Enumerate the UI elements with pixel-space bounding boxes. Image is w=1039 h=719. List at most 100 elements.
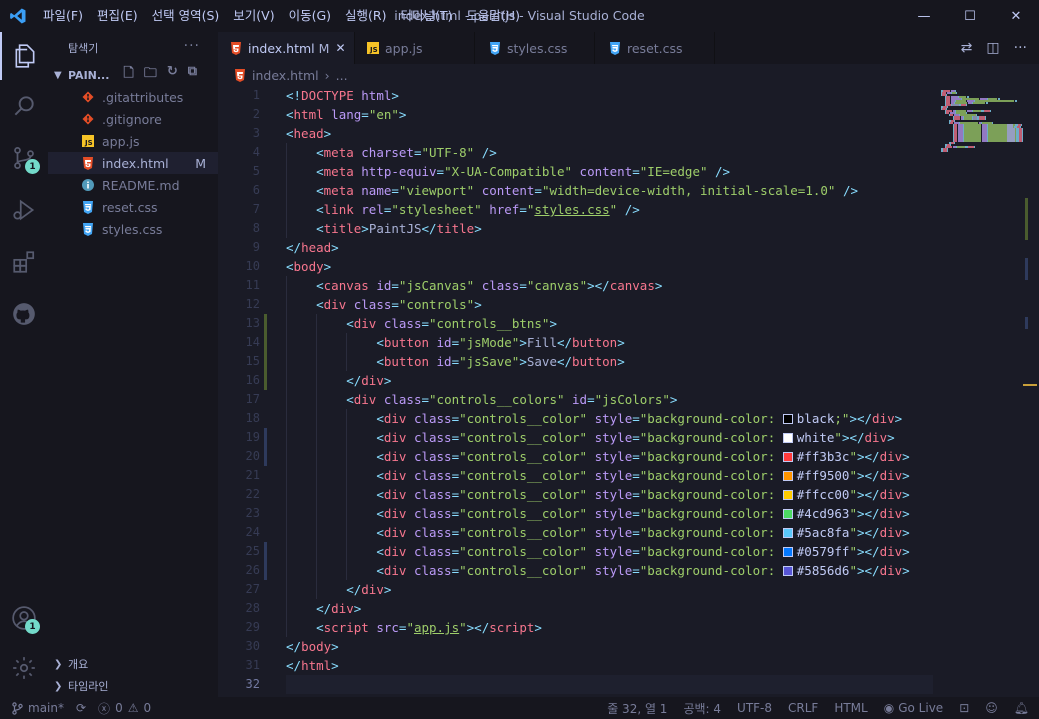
more-actions-button[interactable]: ··· [184,38,200,54]
end-of-line[interactable]: CRLF [788,701,818,715]
source-control-icon[interactable]: 1 [0,134,48,182]
vscode-logo-icon[interactable] [0,0,36,32]
code-line[interactable]: <meta http-equiv="X-UA-Compatible" conte… [286,162,933,181]
file-item[interactable]: .gitignore [48,108,218,130]
code-line[interactable]: <div class="controls__color" style="back… [286,561,933,580]
added-line-marker[interactable] [264,352,267,371]
menu-item[interactable]: 이동(G) [282,0,338,32]
file-item[interactable]: styles.css [48,218,218,240]
menu-item[interactable]: 터미널(T) [394,0,460,32]
code-line[interactable]: <link rel="stylesheet" href="styles.css"… [286,200,933,219]
code-line[interactable]: <meta name="viewport" content="width=dev… [286,181,933,200]
branch-indicator[interactable]: main* [12,701,64,715]
minimap[interactable] [933,86,1033,697]
code-line[interactable]: <button id="jsSave">Save</button> [286,352,933,371]
code-line[interactable]: </body> [286,637,933,656]
search-icon[interactable] [0,82,48,130]
menu-item[interactable]: 도움말(H) [459,0,527,32]
code-line[interactable]: <canvas id="jsCanvas" class="canvas"></c… [286,276,933,295]
cursor-position[interactable]: 줄 32, 열 1 [607,700,667,717]
open-changes-icon[interactable]: ⇄ [961,40,973,56]
menu-item[interactable]: 보기(V) [226,0,281,32]
code-line[interactable]: <div class="controls__color" style="back… [286,466,933,485]
code-line[interactable]: <div class="controls__color" style="back… [286,485,933,504]
code-line[interactable]: <head> [286,124,933,143]
problems-indicator[interactable]: ⓧ 0 ⚠ 0 [98,700,151,717]
close-tab-button[interactable]: ✕ [335,41,345,55]
file-item[interactable]: JS app.js [48,130,218,152]
code-line[interactable]: </div> [286,599,933,618]
menu-item[interactable]: 파일(F) [36,0,90,32]
minimize-button[interactable]: — [901,0,947,32]
code-line[interactable]: </html> [286,656,933,675]
menu-item[interactable]: 선택 영역(S) [145,0,227,32]
code-line[interactable]: <html lang="en"> [286,105,933,124]
code-line[interactable]: <body> [286,257,933,276]
breadcrumb-more[interactable]: ... [336,68,348,83]
added-line-marker[interactable] [264,371,267,390]
notifications-bell-icon[interactable]: 🔔︎ [1014,701,1029,715]
code-line[interactable]: <div class="controls"> [286,295,933,314]
maximize-button[interactable]: ☐ [947,0,993,32]
code-line[interactable]: <title>PaintJS</title> [286,219,933,238]
feedback-icon[interactable]: ☺ [985,701,998,715]
extensions-icon[interactable] [0,238,48,286]
new-folder-icon[interactable]: 🗀 [144,64,157,86]
code-area[interactable]: <!DOCTYPE html> <html lang="en"> <head> <m… [286,86,933,694]
github-icon[interactable] [0,290,48,338]
modified-line-marker[interactable] [264,447,267,466]
timeline-section[interactable]: ❯ 타임라인 [48,675,218,697]
modified-line-marker[interactable] [264,428,267,447]
added-line-marker[interactable] [264,333,267,352]
added-line-marker[interactable] [264,314,267,333]
tab-index-html[interactable]: index.html M ✕ [218,32,355,64]
code-line[interactable]: </head> [286,238,933,257]
code-line[interactable] [286,675,933,694]
split-editor-icon[interactable]: ◫ [986,40,999,56]
tab-app-js[interactable]: JS app.js [355,32,475,64]
refresh-icon[interactable]: ↻ [167,64,178,86]
code-editor[interactable]: 1 2 3 4 5 6 7 8 9 10 11 12 13 14 15 16 17 18 19 20 21 22 23 24 2… [218,86,1039,697]
settings-gear-icon[interactable] [0,644,48,692]
outline-section[interactable]: ❯ 개요 [48,653,218,675]
code-line[interactable]: <div class="controls__color" style="back… [286,409,933,428]
file-item[interactable]: index.html M [48,152,218,174]
menu-item[interactable]: 편집(E) [90,0,145,32]
language-mode[interactable]: HTML [834,701,867,715]
collapse-all-icon[interactable]: ⧉ [188,64,197,86]
sync-icon[interactable]: ⟳ [76,701,86,715]
code-line[interactable]: <!DOCTYPE html> [286,86,933,105]
tab-styles-css[interactable]: styles.css [475,32,595,64]
code-line[interactable]: </div> [286,371,933,390]
terminal-icon[interactable]: ⊡ [959,701,969,715]
breadcrumb-file[interactable]: index.html [252,68,319,83]
encoding[interactable]: UTF-8 [737,701,772,715]
new-file-icon[interactable]: 🗋 [123,64,133,86]
code-line[interactable]: <div class="controls__color" style="back… [286,523,933,542]
modified-line-marker[interactable] [264,561,267,580]
code-line[interactable]: <div class="controls__color" style="back… [286,504,933,523]
run-debug-icon[interactable] [0,186,48,234]
code-line[interactable]: <div class="controls__colors" id="jsColo… [286,390,933,409]
go-live-button[interactable]: ◉ Go Live [884,701,943,715]
code-line[interactable]: <script src="app.js"></script> [286,618,933,637]
explorer-icon[interactable] [0,32,48,80]
account-icon[interactable]: 1 [0,594,48,642]
more-editor-actions-icon[interactable]: ··· [1014,40,1027,56]
file-item[interactable]: .gitattributes [48,86,218,108]
file-item[interactable]: reset.css [48,196,218,218]
code-line[interactable]: <div class="controls__color" style="back… [286,428,933,447]
project-folder[interactable]: ▼ PAIN... 🗋 🗀 ↻ ⧉ [48,64,218,86]
close-window-button[interactable]: ✕ [993,0,1039,32]
modified-line-marker[interactable] [264,542,267,561]
code-line[interactable]: <div class="controls__color" style="back… [286,542,933,561]
tab-reset-css[interactable]: reset.css [595,32,715,64]
code-line[interactable]: <div class="controls__color" style="back… [286,447,933,466]
code-line[interactable]: <div class="controls__btns"> [286,314,933,333]
code-line[interactable]: <button id="jsMode">Fill</button> [286,333,933,352]
code-line[interactable]: </div> [286,580,933,599]
code-line[interactable]: <meta charset="UTF-8" /> [286,143,933,162]
file-item[interactable]: README.md [48,174,218,196]
indentation[interactable]: 공백: 4 [683,700,721,717]
menu-item[interactable]: 실행(R) [338,0,393,32]
